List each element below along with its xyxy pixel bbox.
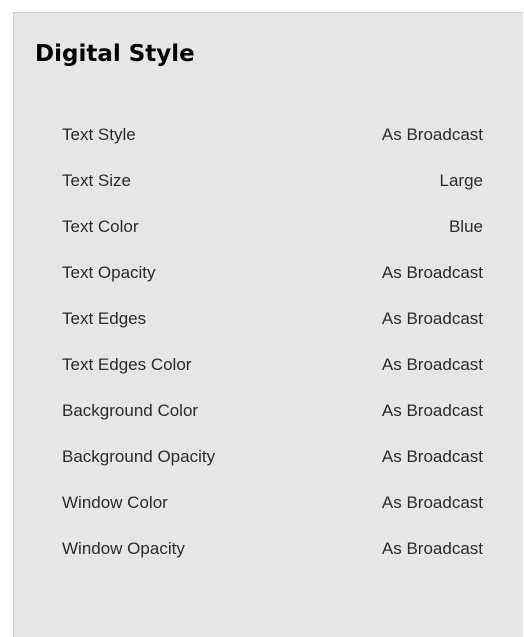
setting-label: Text Color [62,217,139,236]
setting-row-text-edges[interactable]: Text Edges As Broadcast [62,296,483,342]
setting-value: Blue [448,217,483,236]
setting-row-text-color[interactable]: Text Color Blue [62,204,483,250]
setting-row-text-style[interactable]: Text Style As Broadcast [62,112,483,158]
setting-label: Text Opacity [62,263,156,282]
setting-value: As Broadcast [381,125,483,144]
setting-row-text-opacity[interactable]: Text Opacity As Broadcast [62,250,483,296]
setting-label: Background Color [62,401,199,420]
setting-value: As Broadcast [381,401,483,420]
setting-row-text-edges-color[interactable]: Text Edges Color As Broadcast [62,342,483,388]
settings-list: Text Style As Broadcast Text Size Large … [62,112,483,572]
setting-value: As Broadcast [381,539,483,558]
setting-value: As Broadcast [381,447,483,466]
setting-label: Text Edges [62,309,147,328]
setting-label: Background Opacity [62,447,216,466]
panel-title: Digital Style [35,41,195,67]
setting-label: Window Opacity [62,539,185,558]
setting-label: Text Style [62,125,136,144]
setting-value: As Broadcast [381,355,483,374]
setting-row-background-color[interactable]: Background Color As Broadcast [62,388,483,434]
setting-row-window-color[interactable]: Window Color As Broadcast [62,480,483,526]
setting-row-background-opacity[interactable]: Background Opacity As Broadcast [62,434,483,480]
setting-label: Text Edges Color [62,355,192,374]
setting-row-window-opacity[interactable]: Window Opacity As Broadcast [62,526,483,572]
setting-label: Window Color [62,493,168,512]
setting-value: As Broadcast [381,263,483,282]
setting-value: As Broadcast [381,309,483,328]
setting-row-text-size[interactable]: Text Size Large [62,158,483,204]
setting-value: Large [439,171,483,190]
setting-value: As Broadcast [381,493,483,512]
setting-label: Text Size [62,171,131,190]
